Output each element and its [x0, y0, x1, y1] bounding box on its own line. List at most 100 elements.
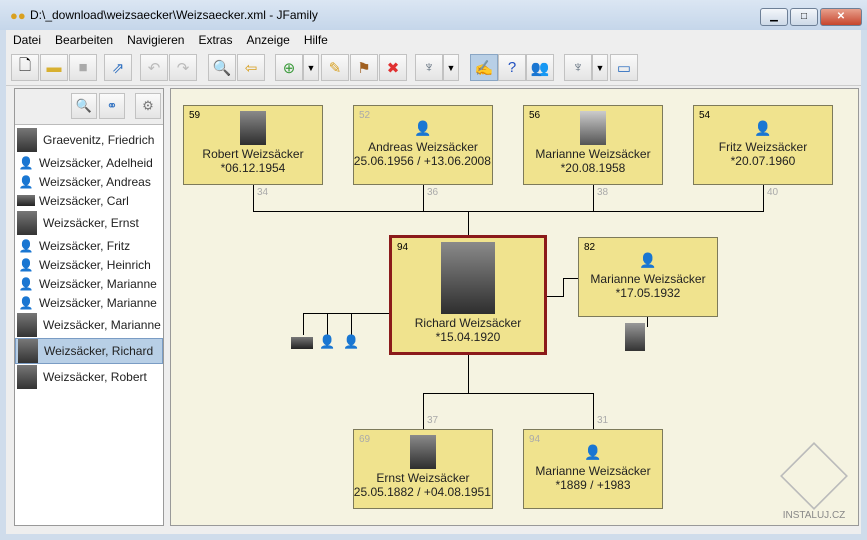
tree-view-icon[interactable]: ♆	[415, 54, 443, 81]
edit-pencil-icon[interactable]: ✎	[321, 54, 349, 81]
female-person-icon: 👤	[18, 295, 34, 310]
person-name: Weizsäcker, Robert	[43, 370, 147, 384]
link-number: 36	[427, 187, 439, 198]
redo-icon[interactable]: ↷	[169, 54, 197, 81]
person-list-item[interactable]: 👤 Weizsäcker, Marianne	[15, 293, 163, 312]
female-person-icon: 👤	[584, 444, 602, 460]
person-list-item[interactable]: Weizsäcker, Ernst	[15, 210, 163, 236]
person-number: 56	[529, 110, 541, 121]
person-card-spouse[interactable]: 82 👤 Marianne Weizsäcker *17.05.1932	[578, 237, 718, 317]
undo-icon[interactable]: ↶	[140, 54, 168, 81]
male-person-icon: 👤	[754, 120, 772, 136]
person-list-item[interactable]: 👤 Weizsäcker, Andreas	[15, 172, 163, 191]
person-name: Marianne Weizsäcker	[590, 272, 706, 286]
person-list-item[interactable]: Weizsäcker, Richard	[15, 338, 163, 364]
close-button[interactable]: ✕	[820, 8, 862, 26]
person-list-item[interactable]: Weizsäcker, Robert	[15, 364, 163, 390]
person-card-marianne-mother[interactable]: 94 👤 Marianne Weizsäcker *1889 / +1983	[523, 429, 663, 509]
child-photo-carl[interactable]	[291, 337, 313, 349]
notes-icon[interactable]: ✍	[470, 54, 498, 81]
person-number: 94	[397, 242, 409, 253]
menu-bearbeiten[interactable]: Bearbeiten	[48, 30, 120, 50]
save-icon[interactable]: ■	[69, 54, 97, 81]
person-name: Weizsäcker, Marianne	[43, 318, 161, 332]
help-icon[interactable]: ?	[498, 54, 526, 81]
link-number: 34	[257, 187, 269, 198]
toolbar: 🗋 ▬ ■ ⇗ ↶ ↷ 🔍 ⇦ ⊕ ▼ ✎ ⚑ ✖ ♆ ▼ ✍ ? 👥 ♆ ▼ …	[6, 50, 861, 86]
female-person-icon: 👤	[18, 155, 34, 170]
person-name: Marianne Weizsäcker	[535, 464, 651, 478]
new-file-icon[interactable]: 🗋	[11, 54, 39, 81]
person-photo	[441, 242, 495, 314]
family-tree-canvas: 34 36 38 40 37 31 59 Robert Weizsäcker *…	[170, 88, 859, 526]
export-icon[interactable]: ⇗	[104, 54, 132, 81]
female-person-icon[interactable]: 👤	[319, 334, 335, 350]
menu-hilfe[interactable]: Hilfe	[297, 30, 335, 50]
person-name: Robert Weizsäcker	[202, 147, 304, 161]
person-list-item[interactable]: Weizsäcker, Marianne	[15, 312, 163, 338]
person-name: Andreas Weizsäcker	[368, 140, 478, 154]
person-card-fritz[interactable]: 54 👤 Fritz Weizsäcker *20.07.1960	[693, 105, 833, 185]
person-name: Richard Weizsäcker	[414, 316, 522, 330]
tree-2-dropdown-icon[interactable]: ▼	[592, 54, 608, 81]
person-name: Weizsäcker, Marianne	[39, 276, 157, 291]
add-icon[interactable]: ⊕	[275, 54, 303, 81]
minimize-button[interactable]: ▁	[760, 8, 788, 26]
menu-bar: Datei Bearbeiten Navigieren Extras Anzei…	[6, 30, 861, 50]
person-list-item[interactable]: 👤 Weizsäcker, Marianne	[15, 274, 163, 293]
open-folder-icon[interactable]: ▬	[40, 54, 68, 81]
window-title: D:\_download\weizsaecker\Weizsaecker.xml…	[30, 8, 318, 22]
person-card-robert[interactable]: 59 Robert Weizsäcker *06.12.1954	[183, 105, 323, 185]
link-persons-icon[interactable]: ⚭	[99, 93, 125, 119]
person-name: Weizsäcker, Marianne	[39, 295, 157, 310]
person-list-item[interactable]: 👤 Weizsäcker, Adelheid	[15, 153, 163, 172]
person-name: Ernst Weizsäcker	[376, 471, 470, 485]
persons-icon[interactable]: 👥	[526, 54, 554, 81]
person-list-item[interactable]: 👤 Weizsäcker, Heinrich	[15, 255, 163, 274]
search-person-icon[interactable]: 🔍	[71, 93, 97, 119]
person-date: *1889 / +1983	[555, 478, 631, 492]
person-date: *17.05.1932	[615, 286, 681, 300]
person-number: 69	[359, 434, 371, 445]
signpost-icon[interactable]: ⚑	[350, 54, 378, 81]
person-card-andreas[interactable]: 52 👤 Andreas Weizsäcker *25.06.1956 / +1…	[353, 105, 493, 185]
person-photo	[18, 339, 38, 363]
person-card-marianne[interactable]: 56 Marianne Weizsäcker *20.08.1958	[523, 105, 663, 185]
app-client: Datei Bearbeiten Navigieren Extras Anzei…	[6, 30, 861, 534]
menu-datei[interactable]: Datei	[6, 30, 48, 50]
person-name: Fritz Weizsäcker	[718, 140, 808, 154]
male-person-icon[interactable]: 👤	[343, 334, 359, 350]
add-dropdown-icon[interactable]: ▼	[303, 54, 319, 81]
person-name: Weizsäcker, Fritz	[39, 238, 131, 253]
menu-extras[interactable]: Extras	[191, 30, 239, 50]
spouse-parent-photo[interactable]	[625, 323, 645, 351]
tree-dropdown-icon[interactable]: ▼	[443, 54, 459, 81]
person-list-item[interactable]: Graevenitz, Friedrich	[15, 127, 163, 153]
app-icon: ●●	[10, 8, 26, 23]
person-photo	[17, 195, 35, 206]
person-number: 82	[584, 242, 596, 253]
person-number: 54	[699, 110, 711, 121]
person-date: *15.04.1920	[435, 330, 501, 344]
settings-gear-icon[interactable]: ⚙	[135, 93, 161, 119]
person-list-item[interactable]: 👤 Weizsäcker, Fritz	[15, 236, 163, 255]
male-person-icon: 👤	[18, 174, 34, 189]
tree-view-2-icon[interactable]: ♆	[564, 54, 592, 81]
list-toolbar: 🔍 ⚭ ⚙	[15, 89, 163, 125]
back-arrow-icon[interactable]: ⇦	[237, 54, 265, 81]
menu-navigieren[interactable]: Navigieren	[120, 30, 191, 50]
person-date: *06.12.1954	[220, 161, 286, 175]
maximize-button[interactable]: □	[790, 8, 818, 26]
person-photo	[240, 111, 266, 145]
person-list-item[interactable]: Weizsäcker, Carl	[15, 191, 163, 210]
window-icon[interactable]: ▭	[610, 54, 638, 81]
person-card-richard-selected[interactable]: 94 Richard Weizsäcker *15.04.1920	[389, 235, 547, 355]
search-icon[interactable]: 🔍	[208, 54, 236, 81]
title-bar: ●● D:\_download\weizsaecker\Weizsaecker.…	[0, 0, 867, 30]
person-card-ernst[interactable]: 69 Ernst Weizsäcker *25.05.1882 / +04.08…	[353, 429, 493, 509]
menu-anzeige[interactable]: Anzeige	[239, 30, 296, 50]
person-photo	[410, 435, 436, 469]
delete-icon[interactable]: ✖	[379, 54, 407, 81]
person-photo	[580, 111, 606, 145]
person-date: *20.07.1960	[730, 154, 796, 168]
